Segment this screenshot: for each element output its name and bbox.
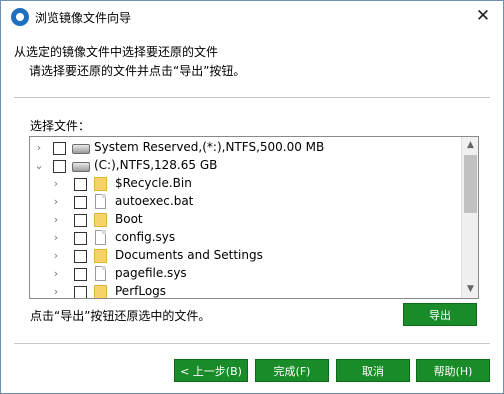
browse-image-wizard-window: 浏览镜像文件向导 ✕ 从选定的镜像文件中选择要还原的文件 请选择要还原的文件并点… xyxy=(0,0,504,394)
tree-item-label: (C:),NTFS,128.65 GB xyxy=(94,158,218,172)
app-logo-icon xyxy=(11,8,29,26)
tree-checkbox[interactable] xyxy=(74,286,87,298)
folder-icon xyxy=(94,213,107,227)
folder-icon xyxy=(94,285,107,298)
tree-item-label: config.sys xyxy=(115,230,176,244)
intro-instruction: 请选择要还原的文件并点击“导出”按钮。 xyxy=(29,64,246,78)
chevron-right-icon[interactable]: › xyxy=(51,211,61,229)
chevron-down-icon[interactable]: ⌄ xyxy=(34,157,44,175)
tree-item-label: Boot xyxy=(115,212,143,226)
tree-item-label: $Recycle.Bin xyxy=(115,176,192,190)
help-button[interactable]: 帮助(H) xyxy=(416,359,490,382)
tree-row-c-drive[interactable]: ⌄ (C:),NTFS,128.65 GB xyxy=(30,157,460,175)
chevron-right-icon[interactable]: › xyxy=(34,139,44,157)
chevron-right-icon[interactable]: › xyxy=(51,175,61,193)
finish-button[interactable]: 完成(F) xyxy=(255,359,329,382)
tree-item-label: autoexec.bat xyxy=(115,194,194,208)
tree-checkbox[interactable] xyxy=(53,142,66,155)
tree-row-documents-and-settings[interactable]: › Documents and Settings xyxy=(30,247,460,265)
top-divider xyxy=(14,97,490,98)
disk-icon xyxy=(72,144,90,154)
tree-checkbox[interactable] xyxy=(74,196,87,209)
chevron-right-icon[interactable]: › xyxy=(51,229,61,247)
tree-checkbox[interactable] xyxy=(74,268,87,281)
intro-heading: 从选定的镜像文件中选择要还原的文件 xyxy=(14,45,219,59)
tree-row-perflogs[interactable]: › PerfLogs xyxy=(30,283,460,298)
file-icon xyxy=(95,230,106,245)
file-tree[interactable]: › System Reserved,(*:),NTFS,500.00 MB ⌄ … xyxy=(29,136,479,299)
chevron-right-icon[interactable]: › xyxy=(51,247,61,265)
cancel-button[interactable]: 取消 xyxy=(336,359,410,382)
tree-row-pagefile[interactable]: › pagefile.sys xyxy=(30,265,460,283)
window-title: 浏览镜像文件向导 xyxy=(35,11,132,25)
tree-checkbox[interactable] xyxy=(74,214,87,227)
close-button[interactable]: ✕ xyxy=(463,1,503,34)
folder-icon xyxy=(94,249,107,263)
tree-row-system-reserved[interactable]: › System Reserved,(*:),NTFS,500.00 MB xyxy=(30,139,460,157)
back-button[interactable]: < 上一步(B) xyxy=(174,359,248,382)
disk-icon xyxy=(72,162,90,172)
chevron-right-icon[interactable]: › xyxy=(51,193,61,211)
tree-row-recycle-bin[interactable]: › $Recycle.Bin xyxy=(30,175,460,193)
scrollbar-thumb[interactable] xyxy=(464,155,477,213)
export-button[interactable]: 导出 xyxy=(403,303,477,326)
tree-item-label: PerfLogs xyxy=(115,284,167,298)
tree-row-config-sys[interactable]: › config.sys xyxy=(30,229,460,247)
file-icon xyxy=(95,266,106,281)
folder-icon xyxy=(94,177,107,191)
chevron-right-icon[interactable]: › xyxy=(51,283,61,298)
tree-row-boot[interactable]: › Boot xyxy=(30,211,460,229)
file-icon xyxy=(95,194,106,209)
tree-checkbox[interactable] xyxy=(74,232,87,245)
choose-files-label: 选择文件： xyxy=(30,119,91,133)
tree-checkbox[interactable] xyxy=(74,178,87,191)
tree-checkbox[interactable] xyxy=(74,250,87,263)
tree-item-label: pagefile.sys xyxy=(115,266,187,280)
tree-vertical-scrollbar[interactable]: ▲ ▼ xyxy=(461,137,478,298)
tree-checkbox[interactable] xyxy=(53,160,66,173)
scroll-down-icon[interactable]: ▼ xyxy=(462,281,478,298)
scroll-up-icon[interactable]: ▲ xyxy=(462,137,478,154)
tree-item-label: System Reserved,(*:),NTFS,500.00 MB xyxy=(94,140,325,154)
bottom-divider xyxy=(14,343,490,344)
title-bar: 浏览镜像文件向导 ✕ xyxy=(1,1,503,34)
export-hint: 点击“导出”按钮还原选中的文件。 xyxy=(30,309,211,323)
tree-row-autoexec[interactable]: › autoexec.bat xyxy=(30,193,460,211)
chevron-right-icon[interactable]: › xyxy=(51,265,61,283)
tree-item-label: Documents and Settings xyxy=(115,248,263,262)
